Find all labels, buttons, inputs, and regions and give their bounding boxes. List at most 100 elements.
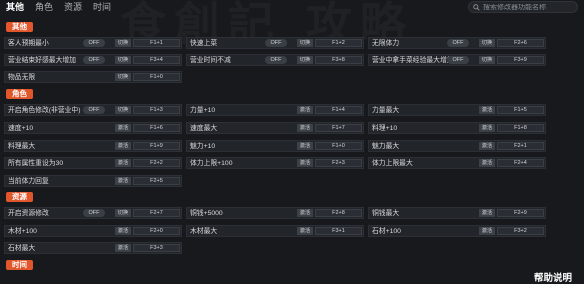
cheat-label: 营业结束好感最大增加 xyxy=(8,57,76,64)
activate-button[interactable]: 激活 xyxy=(479,227,495,235)
cheat-label: 体力上限最大 xyxy=(372,160,413,167)
hotkey-field[interactable]: F1+5 xyxy=(497,106,544,114)
section-other-header: 其他 xyxy=(6,22,33,32)
tab-bar: 其他 角色 资源 时间 xyxy=(6,1,122,13)
search-icon xyxy=(473,3,480,11)
toggle-button[interactable]: 切换 xyxy=(479,39,495,47)
hotkey-field[interactable]: F3+8 xyxy=(315,56,362,64)
toggle-button[interactable]: 切换 xyxy=(115,106,131,114)
cheat-label: 魅力最大 xyxy=(372,143,400,150)
cheat-row: 力量最大 激活 F1+5 xyxy=(368,104,546,116)
hotkey-field[interactable]: F1+8 xyxy=(497,124,544,132)
cheat-label: 开启资源修改 xyxy=(8,210,49,217)
toggle-switch[interactable]: OFF xyxy=(447,39,469,47)
toggle-button[interactable]: 切换 xyxy=(115,73,131,81)
search-box[interactable] xyxy=(468,1,578,13)
activate-button[interactable]: 激活 xyxy=(297,209,313,217)
tab-time[interactable]: 时间 xyxy=(93,1,111,13)
hotkey-field[interactable]: F1+9 xyxy=(133,142,180,150)
help-link[interactable]: 帮助说明 xyxy=(534,270,572,284)
hotkey-field[interactable]: F2+0 xyxy=(133,227,180,235)
cheat-label: 速度最大 xyxy=(190,125,218,132)
toggle-switch[interactable]: OFF xyxy=(265,56,287,64)
toggle-switch[interactable]: OFF xyxy=(83,209,105,217)
activate-button[interactable]: 激活 xyxy=(297,106,313,114)
cheat-label: 当前体力回复 xyxy=(8,178,49,185)
toggle-button[interactable]: 切换 xyxy=(115,56,131,64)
hotkey-field[interactable]: F2+7 xyxy=(133,209,180,217)
hotkey-field[interactable]: F2+6 xyxy=(497,39,544,47)
hotkey-field[interactable]: F1+6 xyxy=(133,124,180,132)
hotkey-field[interactable]: F3+2 xyxy=(497,227,544,235)
cheat-row: 石材最大 激活 F3+3 xyxy=(4,242,182,254)
hotkey-field[interactable]: F2+9 xyxy=(497,209,544,217)
cheat-label: 营业时间不减 xyxy=(190,57,231,64)
hotkey-field[interactable]: F3+9 xyxy=(497,56,544,64)
cheat-label: 客人预期最小 xyxy=(8,40,49,47)
activate-button[interactable]: 激活 xyxy=(479,159,495,167)
cheat-row: 快速上菜 OFF 切换 F1+2 xyxy=(186,37,364,49)
activate-button[interactable]: 激活 xyxy=(115,124,131,132)
cheat-label: 力量+10 xyxy=(190,107,216,114)
activate-button[interactable]: 激活 xyxy=(115,177,131,185)
hotkey-field[interactable]: F1+7 xyxy=(315,124,362,132)
activate-button[interactable]: 激活 xyxy=(115,159,131,167)
tab-resource[interactable]: 资源 xyxy=(64,1,82,13)
cheat-label: 石材+100 xyxy=(372,228,401,235)
hotkey-field[interactable]: F3+3 xyxy=(133,244,180,252)
hotkey-field[interactable]: F1+0 xyxy=(315,142,362,150)
cheat-label: 营业中拿手菜经验最大增加 xyxy=(372,57,454,64)
cheat-row: 开启资源修改 OFF 切换 F2+7 xyxy=(4,207,182,219)
toggle-switch[interactable]: OFF xyxy=(83,56,105,64)
toggle-button[interactable]: 切换 xyxy=(115,209,131,217)
hotkey-field[interactable]: F1+3 xyxy=(133,106,180,114)
hotkey-field[interactable]: F2+2 xyxy=(133,159,180,167)
hotkey-field[interactable]: F3+1 xyxy=(315,227,362,235)
activate-button[interactable]: 激活 xyxy=(297,159,313,167)
hotkey-field[interactable]: F2+1 xyxy=(497,142,544,150)
cheat-row: 当前体力回复 激活 F2+5 xyxy=(4,175,182,187)
toggle-switch[interactable]: OFF xyxy=(265,39,287,47)
hotkey-field[interactable]: F1+1 xyxy=(133,39,180,47)
section-time-header: 时间 xyxy=(6,260,33,270)
activate-button[interactable]: 激活 xyxy=(115,227,131,235)
activate-button[interactable]: 激活 xyxy=(479,106,495,114)
activate-button[interactable]: 激活 xyxy=(297,142,313,150)
cheat-row: 速度+10 激活 F1+6 xyxy=(4,122,182,134)
activate-button[interactable]: 激活 xyxy=(479,124,495,132)
cheat-row: 料理最大 激活 F1+9 xyxy=(4,140,182,152)
activate-button[interactable]: 激活 xyxy=(297,227,313,235)
cheat-row: 体力上限+100 激活 F2+3 xyxy=(186,157,364,169)
activate-button[interactable]: 激活 xyxy=(115,244,131,252)
cheat-row: 体力上限最大 激活 F2+4 xyxy=(368,157,546,169)
toggle-button[interactable]: 切换 xyxy=(297,39,313,47)
cheat-label: 开启角色修改(非营业中) xyxy=(8,107,81,114)
search-input[interactable] xyxy=(483,3,573,11)
toggle-button[interactable]: 切换 xyxy=(115,39,131,47)
toggle-button[interactable]: 切换 xyxy=(297,56,313,64)
activate-button[interactable]: 激活 xyxy=(479,209,495,217)
activate-button[interactable]: 激活 xyxy=(297,124,313,132)
cheat-label: 料理最大 xyxy=(8,143,36,150)
hotkey-field[interactable]: F1+0 xyxy=(133,73,180,81)
cheat-label: 魅力+10 xyxy=(190,143,216,150)
tab-other[interactable]: 其他 xyxy=(6,1,24,13)
toggle-switch[interactable]: OFF xyxy=(447,56,469,64)
hotkey-field[interactable]: F2+5 xyxy=(133,177,180,185)
activate-button[interactable]: 激活 xyxy=(115,142,131,150)
hotkey-field[interactable]: F1+2 xyxy=(315,39,362,47)
hotkey-field[interactable]: F2+8 xyxy=(315,209,362,217)
hotkey-field[interactable]: F1+4 xyxy=(315,106,362,114)
tab-role[interactable]: 角色 xyxy=(35,1,53,13)
cheat-label: 铜钱最大 xyxy=(372,210,400,217)
cheat-label: 体力上限+100 xyxy=(190,160,233,167)
hotkey-field[interactable]: F3+4 xyxy=(133,56,180,64)
cheat-row: 客人预期最小 OFF 切换 F1+1 xyxy=(4,37,182,49)
top-bar: 其他 角色 资源 时间 xyxy=(0,0,584,14)
toggle-button[interactable]: 切换 xyxy=(479,56,495,64)
toggle-switch[interactable]: OFF xyxy=(83,39,105,47)
hotkey-field[interactable]: F2+3 xyxy=(315,159,362,167)
toggle-switch[interactable]: OFF xyxy=(83,106,105,114)
activate-button[interactable]: 激活 xyxy=(479,142,495,150)
hotkey-field[interactable]: F2+4 xyxy=(497,159,544,167)
